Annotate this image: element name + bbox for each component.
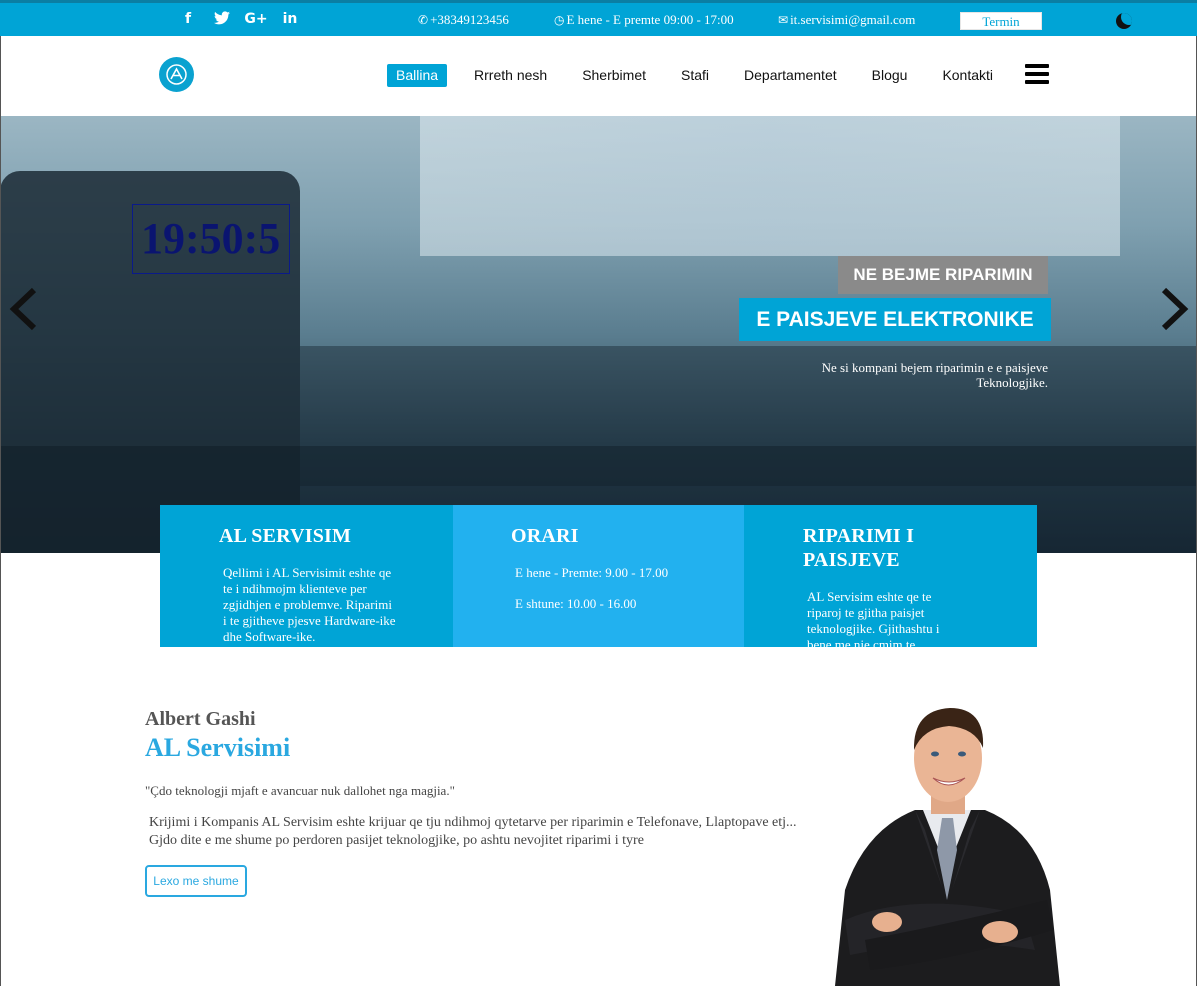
- hero-slider: 19:50:5 NE BEJME RIPARIMIN E PAISJEVE EL…: [0, 116, 1197, 553]
- email-text: it.servisimi@gmail.com: [790, 12, 916, 27]
- clock-icon: ◷: [554, 13, 565, 27]
- email-info[interactable]: ✉ it.servisimi@gmail.com: [778, 12, 915, 28]
- phone-info[interactable]: ✆ +38349123456: [418, 12, 509, 28]
- logo-a-icon: [166, 64, 187, 85]
- feature-boxes: AL SERVISIM Qellimi i AL Servisimit esht…: [160, 505, 1037, 647]
- hero-caption-main: E PAISJEVE ELEKTRONIKE: [739, 298, 1051, 341]
- feature-title: RIPARIMI I PAISJEVE: [803, 525, 915, 571]
- phone-icon: ✆: [418, 13, 429, 27]
- linkedin-icon[interactable]: in: [273, 11, 307, 29]
- top-bar: f G+ in ✆ +38349123456 ◷ E hene - E premte…: [0, 0, 1197, 36]
- feature-title: ORARI: [511, 525, 579, 547]
- feature-title: AL SERVISIM: [219, 525, 352, 547]
- hours-text: E hene - E premte 09:00 - 17:00: [566, 12, 734, 27]
- feature-box-al-servisim: AL SERVISIM Qellimi i AL Servisimit esht…: [160, 505, 453, 647]
- nav-item-stafi[interactable]: Stafi: [681, 64, 709, 87]
- slider-prev-chevron-left-icon[interactable]: [8, 286, 38, 336]
- nav-item-sherbimet[interactable]: Sherbimet: [582, 64, 646, 87]
- about-quote: "Çdo teknologji mjaft e avancuar nuk dal…: [145, 783, 455, 798]
- logo[interactable]: [159, 57, 194, 92]
- about-title: AL Servisimi: [145, 733, 291, 762]
- feature-box-orari: ORARI E hene - Premte: 9.00 - 17.00 E sh…: [453, 505, 744, 647]
- feature-text: Qellimi i AL Servisimit eshte qe te i nd…: [223, 565, 396, 644]
- nav-item-departamentet[interactable]: Departamentet: [744, 64, 837, 87]
- read-more-button[interactable]: Lexo me shume: [145, 865, 247, 897]
- hero-caption-sub: Ne si kompani bejem riparimin e e paisje…: [821, 360, 1048, 390]
- about-text: Krijimi i Kompanis AL Servisim eshte kri…: [149, 815, 797, 848]
- facebook-icon[interactable]: f: [171, 11, 205, 29]
- hero-caption-top: NE BEJME RIPARIMIN: [838, 256, 1048, 294]
- hours-info: ◷ E hene - E premte 09:00 - 17:00: [554, 12, 734, 28]
- google-plus-icon[interactable]: G+: [239, 11, 273, 29]
- hero-background-blur: [420, 116, 1120, 256]
- businessman-image: [825, 700, 1070, 986]
- feature-text: AL Servisim eshte qe te riparoj te gjith…: [807, 589, 940, 647]
- termin-button[interactable]: Termin: [960, 12, 1042, 30]
- digital-clock: 19:50:5: [132, 204, 290, 274]
- envelope-icon: ✉: [778, 13, 789, 27]
- main-navbar: Ballina Rrreth nesh Sherbimet Stafi Depa…: [0, 36, 1197, 116]
- dark-mode-moon-icon[interactable]: [1116, 13, 1132, 29]
- nav-item-ballina[interactable]: Ballina: [387, 64, 448, 87]
- social-links: f G+ in: [171, 11, 307, 29]
- feature-box-riparimi: RIPARIMI I PAISJEVE AL Servisim eshte qe…: [744, 505, 1037, 647]
- slider-next-chevron-right-icon[interactable]: [1160, 286, 1190, 336]
- phone-text: +38349123456: [430, 12, 509, 27]
- nav-item-kontakti[interactable]: Kontakti: [942, 64, 993, 87]
- page-border-left: [0, 36, 1, 986]
- feature-hours-saturday: E shtune: 10.00 - 16.00: [515, 596, 637, 611]
- nav-links: Ballina Rrreth nesh Sherbimet Stafi Depa…: [387, 64, 993, 87]
- nav-item-blogu[interactable]: Blogu: [872, 64, 908, 87]
- nav-item-rreth-nesh[interactable]: Rrreth nesh: [474, 64, 547, 87]
- feature-hours-weekday: E hene - Premte: 9.00 - 17.00: [515, 565, 669, 580]
- twitter-icon[interactable]: [205, 11, 239, 29]
- about-name: Albert Gashi: [145, 708, 256, 730]
- hamburger-menu-icon[interactable]: [1025, 64, 1049, 84]
